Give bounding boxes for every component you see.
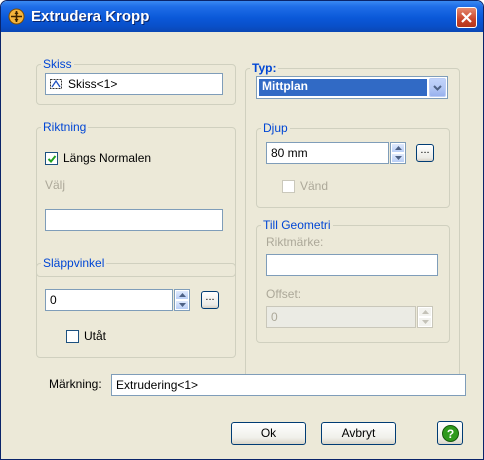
offset-field[interactable]: 0: [266, 306, 416, 328]
arrow-down-icon: [179, 303, 186, 307]
spin-down-button[interactable]: [418, 317, 432, 327]
utat-checkbox[interactable]: [66, 330, 79, 343]
dialog-body: Skiss Skiss<1> Riktning Längs Normalen V…: [5, 32, 479, 455]
typ-dropdown[interactable]: Mittplan: [256, 76, 448, 99]
typ-legend: Typ:: [252, 61, 277, 75]
spin-down-button[interactable]: [175, 300, 189, 310]
slappvinkel-browse-button[interactable]: ...: [201, 291, 219, 309]
markning-field[interactable]: Extrudering<1>: [111, 374, 466, 396]
skiss-value: Skiss<1>: [68, 77, 118, 91]
typ-selected-value: Mittplan: [259, 79, 427, 96]
valj-label: Välj: [45, 178, 66, 192]
spin-up-button[interactable]: [418, 307, 432, 317]
title-bar[interactable]: Extrudera Kropp: [1, 1, 483, 32]
offset-label: Offset:: [266, 287, 302, 301]
riktmarke-field[interactable]: [266, 254, 438, 276]
riktmarke-label: Riktmärke:: [266, 235, 324, 249]
slappvinkel-legend: Släppvinkel: [43, 256, 105, 270]
till-geometri-legend: Till Geometri: [263, 218, 331, 232]
help-icon: ?: [442, 425, 459, 442]
dialog-window: Extrudera Kropp Skiss Skiss<1> Riktning: [0, 0, 484, 460]
help-button[interactable]: ?: [437, 421, 463, 445]
arrow-up-icon: [179, 293, 186, 297]
djup-browse-button[interactable]: ...: [416, 144, 434, 162]
checkmark-icon: [47, 155, 57, 163]
help-glyph: ?: [447, 427, 454, 441]
arrow-down-icon: [395, 156, 402, 160]
vand-checkbox[interactable]: [282, 180, 295, 193]
djup-spinner[interactable]: [390, 142, 406, 164]
offset-spinner[interactable]: [417, 306, 433, 328]
djup-group: Djup: [256, 121, 450, 208]
sketch-icon: [50, 79, 62, 89]
window-title: Extrudera Kropp: [31, 8, 150, 25]
ok-button[interactable]: Ok: [231, 422, 306, 445]
chevron-down-icon: [433, 85, 442, 91]
markning-label: Märkning:: [49, 377, 102, 391]
slappvinkel-value: 0: [50, 293, 57, 307]
offset-value: 0: [271, 310, 278, 324]
arrow-up-icon: [422, 310, 429, 314]
skiss-legend: Skiss: [43, 57, 72, 71]
riktning-group: Riktning: [36, 120, 236, 277]
utat-label: Utåt: [84, 329, 107, 343]
typ-dropdown-button[interactable]: [429, 78, 446, 97]
close-icon: [461, 12, 472, 23]
normal-checkbox[interactable]: [45, 152, 58, 165]
arrow-up-icon: [395, 146, 402, 150]
markning-value: Extrudering<1>: [116, 378, 199, 392]
spin-up-button[interactable]: [391, 143, 405, 153]
close-button[interactable]: [456, 7, 477, 28]
vand-label: Vänd: [300, 179, 329, 193]
cancel-button[interactable]: Avbryt: [321, 422, 396, 445]
skiss-field[interactable]: Skiss<1>: [45, 73, 223, 95]
extrude-app-icon: [8, 8, 25, 25]
slappvinkel-field[interactable]: 0: [45, 289, 173, 311]
slappvinkel-spinner[interactable]: [174, 289, 190, 311]
arrow-down-icon: [422, 320, 429, 324]
normal-label: Längs Normalen: [63, 151, 152, 165]
djup-legend: Djup: [263, 121, 288, 135]
riktning-legend: Riktning: [43, 120, 87, 134]
spin-up-button[interactable]: [175, 290, 189, 300]
valj-field[interactable]: [45, 209, 223, 231]
djup-value: 80 mm: [271, 146, 308, 160]
djup-field[interactable]: 80 mm: [266, 142, 389, 164]
spin-down-button[interactable]: [391, 153, 405, 163]
